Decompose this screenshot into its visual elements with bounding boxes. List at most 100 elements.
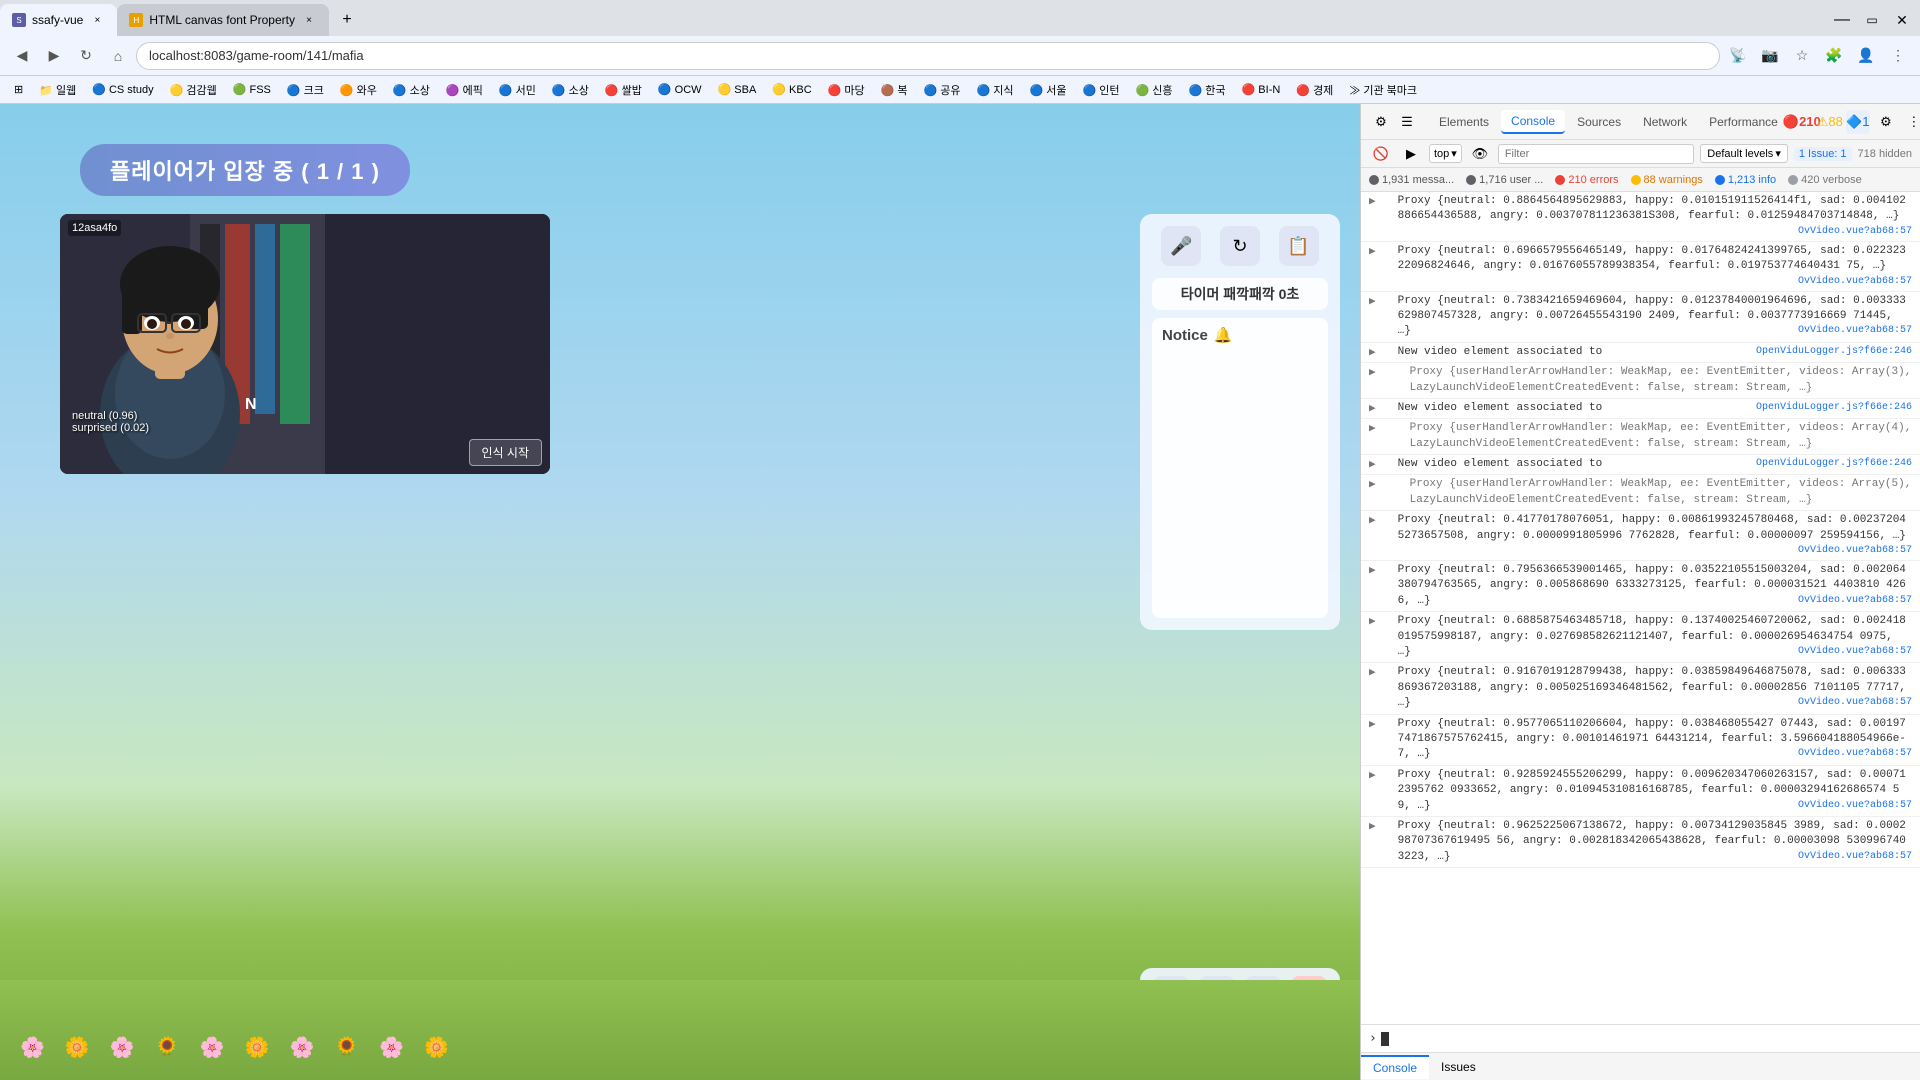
bookmark-sinheung[interactable]: 🟢 신흥: [1130, 80, 1179, 100]
expand-arrow[interactable]: ▶: [1369, 244, 1376, 258]
tab-1[interactable]: S ssafy-vue ×: [0, 4, 117, 36]
extensions-icon[interactable]: 🧩: [1820, 42, 1848, 70]
stat-info[interactable]: 1,213 info: [1715, 174, 1776, 186]
bottom-tab-console[interactable]: Console: [1361, 1055, 1429, 1079]
log-source-link[interactable]: OvVideo.vue?ab68:57: [1798, 594, 1912, 608]
bookmark-ocw[interactable]: 🔵 OCW: [652, 81, 708, 98]
bookmark-kk[interactable]: 🔵 크크: [281, 80, 330, 100]
tab-2[interactable]: H HTML canvas font Property ×: [117, 4, 329, 36]
stat-verbose[interactable]: 420 verbose: [1788, 174, 1862, 186]
devtools-inspect-icon[interactable]: ☰: [1395, 110, 1419, 134]
tab-console[interactable]: Console: [1501, 110, 1565, 134]
bookmark-intern[interactable]: 🔵 인턴: [1077, 80, 1126, 100]
log-source-link[interactable]: OvVideo.vue?ab68:57: [1798, 747, 1912, 761]
expand-arrow[interactable]: ▶: [1369, 194, 1376, 208]
clipboard-icon-button[interactable]: 📋: [1279, 226, 1319, 266]
eye-icon[interactable]: 👁: [1468, 142, 1492, 166]
preserve-log-icon[interactable]: ▶: [1399, 142, 1423, 166]
bookmark-sosang2[interactable]: 🔵 소상: [546, 80, 595, 100]
log-levels-dropdown[interactable]: Default levels ▾: [1700, 144, 1788, 163]
log-source-link[interactable]: OvVideo.vue?ab68:57: [1798, 799, 1912, 813]
expand-arrow[interactable]: ▶: [1369, 477, 1376, 491]
bookmark-epic[interactable]: 🟣 에픽: [440, 80, 489, 100]
bookmark-wawoo[interactable]: 🟠 와우: [334, 80, 383, 100]
tab-performance[interactable]: Performance: [1699, 111, 1788, 133]
tab-2-close[interactable]: ×: [301, 12, 317, 28]
bookmark-apps[interactable]: ⊞: [8, 81, 29, 98]
profile-icon[interactable]: 👤: [1852, 42, 1880, 70]
stat-warnings[interactable]: 88 warnings: [1631, 174, 1703, 186]
clear-console-icon[interactable]: 🚫: [1369, 142, 1393, 166]
bookmark-cs-study[interactable]: 🔵 CS study: [86, 81, 159, 98]
expand-arrow[interactable]: ▶: [1369, 365, 1376, 379]
log-source-link[interactable]: OvVideo.vue?ab68:57: [1798, 275, 1912, 289]
bookmark-kbc[interactable]: 🟡 KBC: [766, 81, 817, 98]
expand-arrow[interactable]: ▶: [1369, 819, 1376, 833]
devtools-more-icon[interactable]: ⋮: [1902, 110, 1920, 134]
bookmark-gongyu[interactable]: 🔵 공유: [918, 80, 967, 100]
bookmark-fss[interactable]: 🟢 FSS: [227, 81, 277, 98]
expand-arrow[interactable]: ▶: [1369, 768, 1376, 782]
expand-arrow[interactable]: ▶: [1369, 345, 1376, 359]
expand-arrow[interactable]: ▶: [1369, 457, 1376, 471]
bookmark-ilweb[interactable]: 📁 일웹: [33, 80, 82, 100]
mic-icon-button[interactable]: 🎤: [1161, 226, 1201, 266]
devtools-toggle-icon[interactable]: ⚙: [1369, 110, 1393, 134]
expand-arrow[interactable]: ▶: [1369, 513, 1376, 527]
tab-sources[interactable]: Sources: [1567, 111, 1631, 133]
close-window-button[interactable]: ✕: [1888, 6, 1916, 34]
bookmark-ssalbap[interactable]: 🔴 쌀밥: [599, 80, 648, 100]
log-source-link[interactable]: OpenViduLogger.js?f66e:246: [1756, 401, 1912, 415]
expand-arrow[interactable]: ▶: [1369, 717, 1376, 731]
settings-icon[interactable]: ⋮: [1884, 42, 1912, 70]
context-dropdown[interactable]: top ▾: [1429, 144, 1462, 163]
tab-network[interactable]: Network: [1633, 111, 1697, 133]
tab-1-close[interactable]: ×: [89, 12, 105, 28]
bookmark-semin[interactable]: 🔵 서민: [493, 80, 542, 100]
tab-elements[interactable]: Elements: [1429, 111, 1499, 133]
address-bar[interactable]: localhost:8083/game-room/141/mafia: [136, 42, 1720, 70]
bookmark-madang[interactable]: 🔴 마당: [822, 80, 871, 100]
screenshot-icon[interactable]: 📷: [1756, 42, 1784, 70]
log-source-link[interactable]: OvVideo.vue?ab68:57: [1798, 544, 1912, 558]
log-source-link[interactable]: OvVideo.vue?ab68:57: [1798, 645, 1912, 659]
home-button[interactable]: ⌂: [104, 42, 132, 70]
stat-user[interactable]: 1,716 user ...: [1466, 174, 1543, 186]
bookmark-kyungje[interactable]: 🔴 경제: [1290, 80, 1339, 100]
devtools-settings-icon[interactable]: ⚙: [1874, 110, 1898, 134]
recognition-start-button[interactable]: 인식 시작: [469, 439, 543, 466]
forward-button[interactable]: ▶: [40, 42, 68, 70]
bookmark-star-icon[interactable]: ☆: [1788, 42, 1816, 70]
expand-arrow[interactable]: ▶: [1369, 665, 1376, 679]
stat-errors[interactable]: 210 errors: [1555, 174, 1618, 186]
bookmark-other[interactable]: ≫ 기관 북마크: [1343, 80, 1423, 100]
bookmark-bin[interactable]: 🔴 BI-N: [1236, 81, 1287, 98]
cast-icon[interactable]: 📡: [1724, 42, 1752, 70]
log-source-link[interactable]: OvVideo.vue?ab68:57: [1798, 324, 1912, 338]
log-source-link[interactable]: OpenViduLogger.js?f66e:246: [1756, 345, 1912, 359]
expand-arrow[interactable]: ▶: [1369, 401, 1376, 415]
log-source-link[interactable]: OpenViduLogger.js?f66e:246: [1756, 457, 1912, 471]
expand-arrow[interactable]: ▶: [1369, 563, 1376, 577]
expand-arrow[interactable]: ▶: [1369, 421, 1376, 435]
maximize-button[interactable]: ▭: [1858, 6, 1886, 34]
new-tab-button[interactable]: +: [333, 6, 361, 34]
log-source-link[interactable]: OvVideo.vue?ab68:57: [1798, 850, 1912, 864]
bookmark-hanguk[interactable]: 🔵 한국: [1183, 80, 1232, 100]
refresh-icon-button[interactable]: ↻: [1220, 226, 1260, 266]
bottom-tab-issues[interactable]: Issues: [1429, 1056, 1488, 1078]
log-source-link[interactable]: OvVideo.vue?ab68:57: [1798, 696, 1912, 710]
bookmark-bok[interactable]: 🟤 복: [875, 80, 914, 100]
bookmark-jisik[interactable]: 🔵 지식: [971, 80, 1020, 100]
expand-arrow[interactable]: ▶: [1369, 294, 1376, 308]
minimize-button[interactable]: —: [1828, 6, 1856, 34]
bookmark-seoul[interactable]: 🔵 서울: [1024, 80, 1073, 100]
refresh-button[interactable]: ↻: [72, 42, 100, 70]
expand-arrow[interactable]: ▶: [1369, 614, 1376, 628]
bookmark-geomgam[interactable]: 🟡 검감웹: [164, 80, 223, 100]
console-filter-input[interactable]: [1498, 144, 1694, 164]
bookmark-sosang[interactable]: 🔵 소상: [387, 80, 436, 100]
stat-messages[interactable]: 1,931 messa...: [1369, 174, 1454, 186]
log-source-link[interactable]: OvVideo.vue?ab68:57: [1798, 225, 1912, 239]
back-button[interactable]: ◀: [8, 42, 36, 70]
